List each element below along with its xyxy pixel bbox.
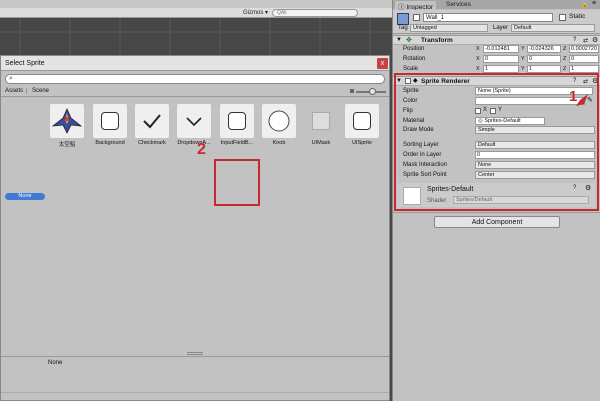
spaceship-icon bbox=[52, 108, 82, 134]
sprite-item-label: Knob bbox=[272, 140, 286, 146]
dialog-tabs: Assets Scene bbox=[1, 87, 389, 97]
y-label: Y bbox=[521, 66, 525, 72]
tab-assets[interactable]: Assets bbox=[2, 88, 28, 94]
zoom-small-icon bbox=[350, 89, 354, 93]
sprite-item-label: 太空船 bbox=[58, 142, 76, 148]
preset-icon[interactable]: ⇄ bbox=[583, 37, 588, 44]
annotation-arrow-icon bbox=[576, 94, 588, 106]
selected-sprite-name: None bbox=[48, 360, 63, 366]
z-label: Z bbox=[563, 56, 567, 62]
sprite-item-ship[interactable]: 太空船 bbox=[43, 104, 91, 148]
gameobject-header: Wall_1 Static Tag Untagged Layer Default bbox=[393, 10, 600, 34]
zoom-slider-handle[interactable] bbox=[369, 88, 376, 95]
chevron-down-icon bbox=[186, 117, 202, 127]
sprite-item-label: DropdownA... bbox=[177, 140, 211, 146]
static-checkbox[interactable] bbox=[559, 14, 566, 21]
ship-thumbnail bbox=[50, 104, 84, 138]
checkmark-icon bbox=[143, 114, 161, 129]
annotation-highlight-frame bbox=[214, 159, 260, 206]
sprite-item-label: Background bbox=[95, 140, 125, 146]
gameobject-cube-icon bbox=[397, 13, 409, 25]
help-icon[interactable]: ? bbox=[573, 37, 576, 43]
sprite-item-dropdown-arrow[interactable]: DropdownA... bbox=[170, 104, 218, 146]
rotation-x-field[interactable]: 0 bbox=[483, 55, 519, 63]
inspector-divider bbox=[393, 212, 600, 213]
add-component-button[interactable]: Add Component bbox=[434, 216, 560, 228]
scale-z-field[interactable]: 1 bbox=[569, 65, 599, 73]
inspector-panel: ⓘ Inspector Services 🔒 ≡ Wall_1 Static T… bbox=[392, 0, 600, 401]
gizmos-dropdown[interactable]: Gizmos ▾ bbox=[243, 9, 268, 16]
scene-search-placeholder: All bbox=[280, 10, 287, 16]
close-button[interactable]: x bbox=[377, 58, 388, 69]
preview-divider bbox=[1, 356, 389, 357]
rotation-y-field[interactable]: 0 bbox=[527, 55, 561, 63]
dropdown-thumbnail bbox=[177, 104, 211, 138]
layer-dropdown[interactable]: Default bbox=[511, 24, 595, 32]
static-label: Static bbox=[569, 13, 586, 20]
tab-services[interactable]: Services bbox=[443, 1, 474, 9]
circle-icon bbox=[268, 110, 290, 132]
x-label: X bbox=[476, 46, 480, 52]
lock-icon[interactable]: 🔒 bbox=[581, 1, 588, 8]
uisprite-thumbnail bbox=[345, 104, 379, 138]
sprite-item-label: InputFieldB... bbox=[220, 140, 254, 146]
input-field-thumbnail bbox=[220, 104, 254, 138]
sprite-item-input-field-background[interactable]: InputFieldB... bbox=[213, 104, 261, 146]
tag-dropdown[interactable]: Untagged bbox=[410, 24, 488, 32]
drag-handle[interactable] bbox=[187, 352, 203, 355]
layer-label: Layer bbox=[493, 25, 509, 31]
sprite-item-none[interactable]: None bbox=[5, 193, 45, 200]
position-z-field[interactable]: 0.0002720 bbox=[569, 45, 599, 53]
rounded-rect-icon bbox=[353, 112, 371, 130]
sprite-item-uisprite[interactable]: UISprite bbox=[338, 104, 386, 146]
dialog-title-bar[interactable]: Select Sprite x bbox=[1, 56, 389, 71]
search-icon: ⌕ bbox=[9, 75, 13, 82]
inspector-tab-bar: ⓘ Inspector Services 🔒 ≡ bbox=[393, 0, 600, 11]
tab-inspector[interactable]: ⓘ Inspector bbox=[395, 1, 437, 11]
rotation-label: Rotation bbox=[403, 56, 426, 62]
z-label: Z bbox=[563, 46, 567, 52]
z-label: Z bbox=[563, 66, 567, 72]
active-checkbox[interactable] bbox=[413, 14, 420, 21]
transform-title: Transform bbox=[421, 37, 453, 44]
dialog-title: Select Sprite bbox=[5, 60, 45, 67]
background-thumbnail bbox=[93, 104, 127, 138]
checkmark-thumbnail bbox=[135, 104, 169, 138]
transform-icon: ✥ bbox=[406, 37, 412, 44]
square-icon bbox=[312, 112, 330, 130]
x-label: X bbox=[476, 56, 480, 62]
gear-icon[interactable]: ⚙ bbox=[592, 36, 598, 44]
rounded-rect-icon bbox=[101, 112, 119, 130]
scale-x-field[interactable]: 1 bbox=[483, 65, 519, 73]
transform-header[interactable]: ▼ ✥ Transform ? ⇄ ⚙ bbox=[393, 35, 600, 45]
y-label: Y bbox=[521, 46, 525, 52]
select-sprite-dialog: Select Sprite x ⌕ Assets Scene None 太空船 … bbox=[0, 55, 390, 401]
sprite-item-background[interactable]: Background bbox=[86, 104, 134, 146]
sprite-item-label: UISprite bbox=[352, 140, 372, 146]
rotation-z-field[interactable]: 0 bbox=[569, 55, 599, 63]
sprite-item-knob[interactable]: Knob bbox=[255, 104, 303, 146]
uimask-thumbnail bbox=[304, 104, 338, 138]
scale-y-field[interactable]: 1 bbox=[527, 65, 561, 73]
x-label: X bbox=[476, 66, 480, 72]
y-label: Y bbox=[521, 56, 525, 62]
menu-icon[interactable]: ≡ bbox=[592, 0, 596, 7]
knob-thumbnail bbox=[262, 104, 296, 138]
gameobject-name-field[interactable]: Wall_1 bbox=[423, 13, 553, 22]
scene-search-input[interactable]: QAll bbox=[272, 9, 358, 17]
footer-divider bbox=[1, 392, 389, 393]
annotation-number: 2 bbox=[197, 141, 206, 158]
foldout-arrow-icon[interactable]: ▼ bbox=[396, 37, 402, 43]
position-label: Position bbox=[403, 46, 425, 52]
position-y-field[interactable]: -0.024326 bbox=[527, 45, 561, 53]
position-x-field[interactable]: -0.012481 bbox=[483, 45, 519, 53]
top-strip bbox=[0, 0, 392, 8]
sprite-item-label: Checkmark bbox=[138, 140, 166, 146]
sprite-item-checkmark[interactable]: Checkmark bbox=[128, 104, 176, 146]
sprite-search-input[interactable]: ⌕ bbox=[5, 74, 385, 84]
scale-label: Scale bbox=[403, 66, 419, 72]
tab-scene[interactable]: Scene bbox=[29, 88, 52, 94]
rounded-rect-icon bbox=[228, 112, 246, 130]
tag-label: Tag bbox=[398, 25, 408, 31]
